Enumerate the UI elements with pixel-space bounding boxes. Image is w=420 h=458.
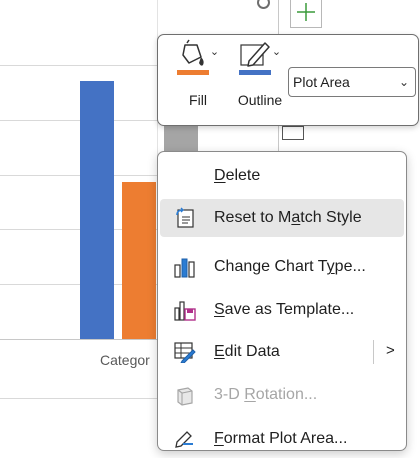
menu-item-3d-rotation: 3-D Rotation... <box>160 376 404 414</box>
menu-item-label: Edit Data <box>214 343 280 360</box>
resize-handle-icon[interactable] <box>257 0 270 9</box>
chart-bar[interactable] <box>122 181 156 339</box>
format-plot-area-icon <box>175 431 193 448</box>
ribbon-divider <box>278 0 279 34</box>
menu-item-label: Save as Template... <box>214 301 355 318</box>
menu-item-save-as-template[interactable]: Save as Template... <box>160 291 404 329</box>
reset-style-icon <box>176 207 194 228</box>
ribbon-divider <box>278 126 279 152</box>
chevron-down-icon[interactable]: ⌄ <box>210 45 219 58</box>
menu-item-delete[interactable]: Delete <box>160 157 404 195</box>
chart-x-axis <box>0 339 160 340</box>
chart-elements-icon[interactable] <box>290 0 322 28</box>
chart-filters-icon[interactable] <box>282 126 304 140</box>
chart-element-select[interactable]: Plot Area ⌄ <box>288 67 416 97</box>
menu-item-reset-to-match-style[interactable]: Reset to Match Style <box>160 199 404 237</box>
chart-border-line <box>0 398 157 399</box>
3d-rotation-icon <box>177 387 193 406</box>
menu-item-edit-data[interactable]: Edit Data > <box>160 333 404 371</box>
chevron-down-icon: ⌄ <box>398 75 409 89</box>
chart-bar[interactable] <box>80 80 114 339</box>
fill-button[interactable]: ⌄ Fill <box>172 39 224 108</box>
chevron-down-icon[interactable]: ⌄ <box>272 45 281 58</box>
save-template-icon <box>174 301 196 321</box>
pencil-icon <box>238 42 271 75</box>
category-axis-label: Categor <box>100 352 150 368</box>
menu-item-change-chart-type[interactable]: Change Chart Type... <box>160 248 404 286</box>
chart-element-select-value: Plot Area <box>293 74 350 90</box>
mini-toolbar: ⌄ Fill ⌄ Outline Plot Area ⌄ <box>157 34 419 126</box>
submenu-divider <box>373 340 374 364</box>
outline-button[interactable]: ⌄ Outline <box>232 39 288 108</box>
edit-data-icon <box>174 342 196 363</box>
chart-gridline <box>0 65 160 66</box>
menu-item-label: Change Chart Type... <box>214 258 366 275</box>
outline-label: Outline <box>237 92 283 108</box>
context-menu: Delete Reset to Match Style Change Chart… <box>157 151 407 451</box>
paint-bucket-icon <box>176 39 209 75</box>
change-chart-type-icon <box>174 258 195 278</box>
menu-item-label: Format Plot Area... <box>214 430 348 447</box>
menu-item-label: 3-D Rotation... <box>214 386 318 403</box>
menu-item-label: Delete <box>214 167 261 184</box>
submenu-arrow-icon[interactable]: > <box>386 342 395 359</box>
fill-label: Fill <box>189 92 207 108</box>
menu-item-label: Reset to Match Style <box>214 209 362 226</box>
menu-item-format-plot-area[interactable]: Format Plot Area... <box>160 420 404 458</box>
